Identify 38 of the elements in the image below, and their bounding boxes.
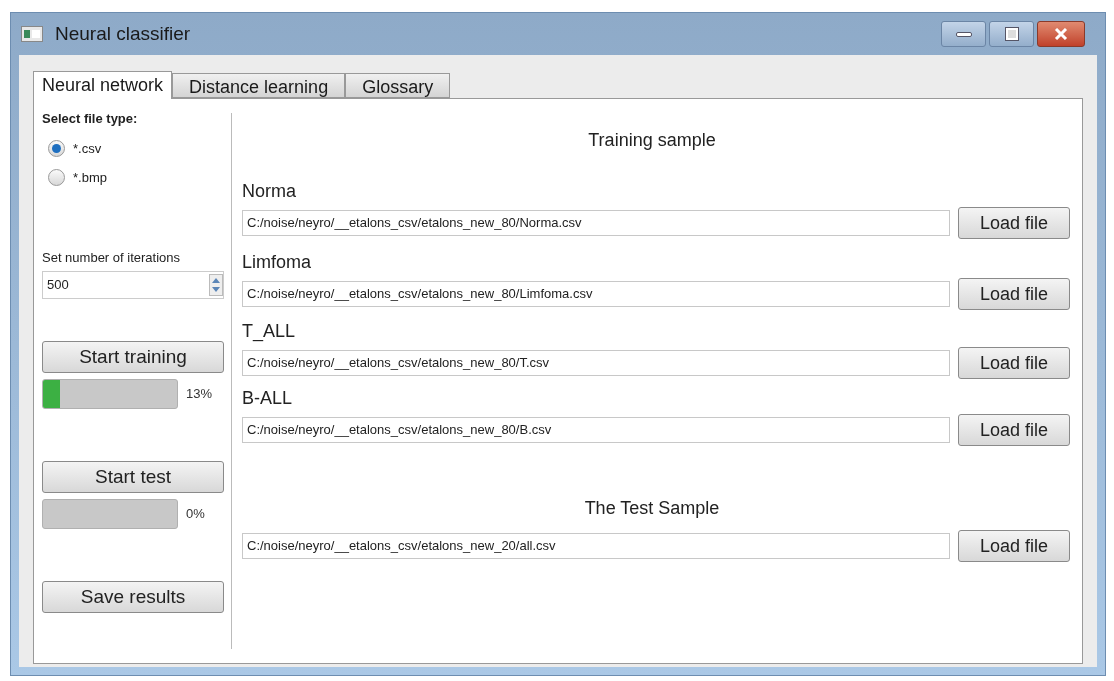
load-file-button[interactable]: Load file	[958, 414, 1070, 446]
radio-button[interactable]	[48, 139, 65, 157]
load-file-button[interactable]: Load file	[958, 207, 1070, 239]
sample-label: Limfoma	[242, 251, 313, 274]
load-file-button[interactable]: Load file	[958, 278, 1070, 310]
tab[interactable]: Glossary	[345, 73, 451, 98]
tab[interactable]: Distance learning	[172, 73, 346, 98]
save-results-button[interactable]: Save results	[42, 581, 224, 613]
window-title: Neural classifier	[55, 21, 191, 46]
spinner-arrows-icon	[209, 274, 223, 296]
minimize-button[interactable]	[941, 21, 986, 47]
radio-label: *.bmp	[73, 169, 107, 187]
file-type-label: Select file type:	[42, 110, 139, 128]
sample-label: B-ALL	[242, 387, 294, 410]
file-path-field[interactable]: C:/noise/neyro/__etalons_csv/etalons_new_20/all.csv	[242, 533, 950, 559]
load-file-button[interactable]: Load file	[958, 530, 1070, 562]
progress-percent: 0%	[186, 505, 205, 524]
file-path-field[interactable]: C:/noise/neyro/__etalons_csv/etalons_new_80/T.csv	[242, 350, 950, 376]
sample-label: Norma	[242, 180, 297, 203]
file-path-field[interactable]: C:/noise/neyro/__etalons_csv/etalons_new_80/Norma.csv	[242, 210, 950, 236]
iterations-label: Set number of iterations	[42, 248, 182, 267]
close-icon	[1054, 28, 1068, 40]
iterations-spinbox[interactable]: 500	[42, 271, 224, 299]
radio-label: *.csv	[73, 139, 102, 158]
load-file-button[interactable]: Load file	[958, 347, 1070, 379]
file-path-field[interactable]: C:/noise/neyro/__etalons_csv/etalons_new_80/B.csv	[242, 417, 950, 443]
section-title: Training sample	[588, 129, 716, 152]
section-title: The Test Sample	[584, 497, 720, 520]
progress-percent: 13%	[186, 385, 213, 404]
app-icon	[21, 26, 43, 42]
file-path-field[interactable]: C:/noise/neyro/__etalons_csv/etalons_new_80/Limfoma.csv	[242, 281, 950, 307]
tab[interactable]: Neural network	[33, 71, 173, 99]
start-training-button[interactable]: Start training	[42, 341, 224, 373]
start-test-button[interactable]: Start test	[42, 461, 224, 493]
close-button[interactable]	[1037, 21, 1085, 47]
maximize-button[interactable]	[989, 21, 1034, 47]
sample-label: T_ALL	[242, 320, 297, 344]
radio-button[interactable]	[48, 169, 65, 187]
